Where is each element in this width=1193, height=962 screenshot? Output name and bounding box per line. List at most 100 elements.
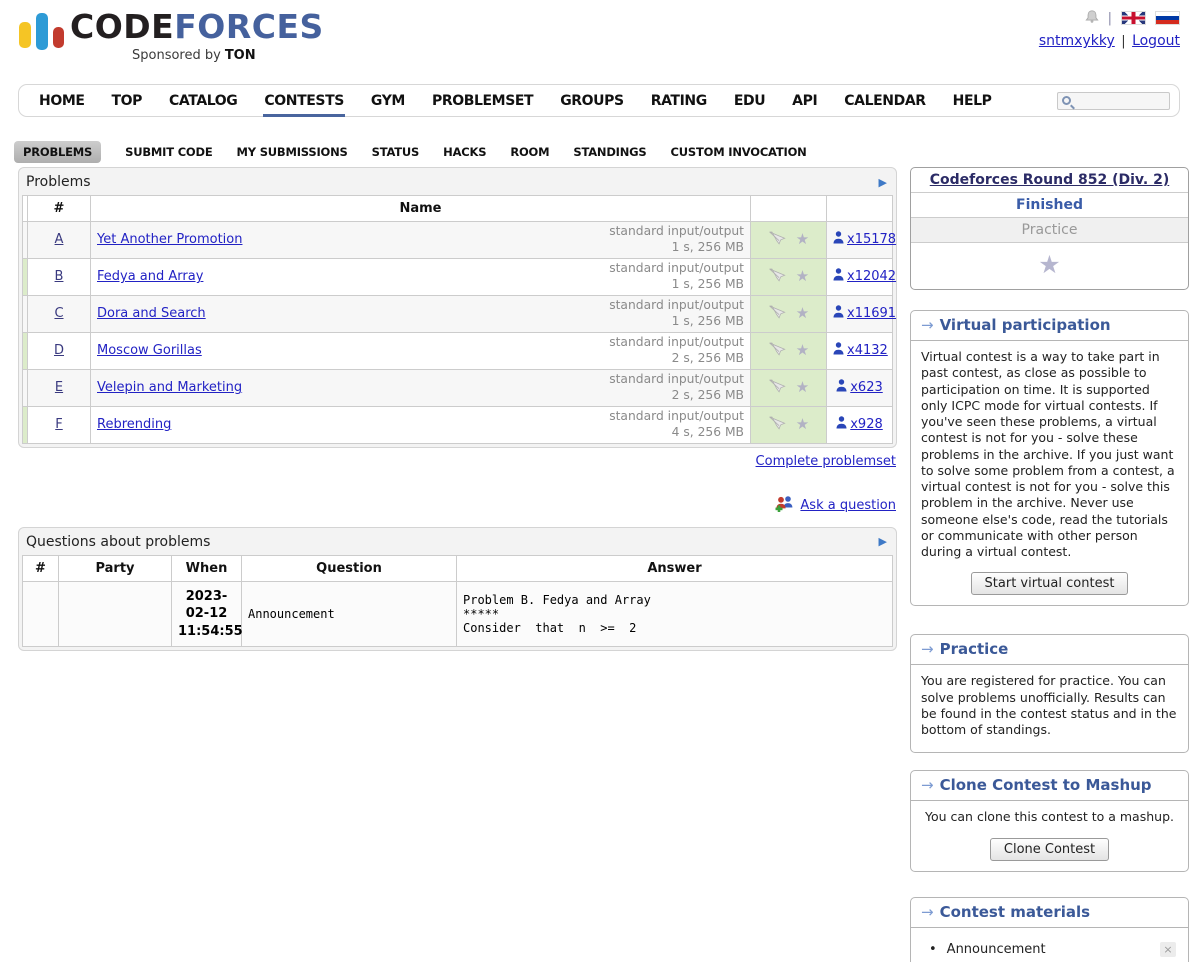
problem-constraints: standard input/output4 s, 256 MB xyxy=(609,409,744,441)
ru-flag-icon[interactable] xyxy=(1155,11,1180,25)
favorite-star-icon[interactable]: ★ xyxy=(796,417,809,432)
bell-icon[interactable] xyxy=(1085,9,1099,28)
solved-count-link[interactable]: x4132 xyxy=(847,343,888,358)
contest-mode: Practice xyxy=(911,218,1188,243)
problem-name-link[interactable]: Fedya and Array xyxy=(97,269,203,284)
q-col-index: # xyxy=(23,555,59,581)
nav-item-help[interactable]: HELP xyxy=(953,93,992,109)
problem-name-link[interactable]: Velepin and Marketing xyxy=(97,380,242,395)
contest-favorite-star-icon[interactable]: ★ xyxy=(1038,250,1060,279)
problem-name-link[interactable]: Moscow Gorillas xyxy=(97,343,202,358)
solved-count-link[interactable]: x623 xyxy=(850,380,883,395)
materials-list: • Announcement × • Tutorial × xyxy=(911,928,1188,962)
contest-materials-box: →Contest materials • Announcement × • Tu… xyxy=(910,897,1189,962)
submit-plane-icon[interactable] xyxy=(768,230,787,249)
solved-count-link[interactable]: x12042 xyxy=(847,269,896,284)
subnav-custom-invocation[interactable]: CUSTOM INVOCATION xyxy=(671,145,807,159)
solved-count-link[interactable]: x15178 xyxy=(847,232,896,247)
subnav-hacks[interactable]: HACKS xyxy=(443,145,486,159)
header-separator: | xyxy=(1108,11,1112,26)
solved-person-icon xyxy=(833,305,844,322)
nav-item-api[interactable]: API xyxy=(792,93,817,109)
nav-item-catalog[interactable]: CATALOG xyxy=(169,93,237,109)
subnav-status[interactable]: STATUS xyxy=(372,145,420,159)
problem-row-f: F Rebrending standard input/output4 s, 2… xyxy=(23,406,893,443)
search-input[interactable] xyxy=(1074,94,1162,108)
logo-bar-blue-icon xyxy=(36,13,48,50)
subnav-standings[interactable]: STANDINGS xyxy=(573,145,646,159)
problem-row-d: D Moscow Gorillas standard input/output2… xyxy=(23,332,893,369)
complete-problemset-link[interactable]: Complete problemset xyxy=(18,454,896,469)
problem-letter-link[interactable]: C xyxy=(54,306,63,321)
nav-item-groups[interactable]: GROUPS xyxy=(560,93,624,109)
materials-title: Contest materials xyxy=(940,903,1090,921)
nav-item-contests[interactable]: CONTESTS xyxy=(264,93,344,109)
problem-name-link[interactable]: Dora and Search xyxy=(97,306,206,321)
problem-row-c: C Dora and Search standard input/output1… xyxy=(23,295,893,332)
solved-count-link[interactable]: x928 xyxy=(850,417,883,432)
submit-plane-icon[interactable] xyxy=(768,304,787,323)
submit-plane-icon[interactable] xyxy=(768,341,787,360)
material-item-announcement[interactable]: • Announcement × xyxy=(921,938,1178,961)
q-col-when: When xyxy=(172,555,242,581)
practice-title: Practice xyxy=(940,640,1009,658)
favorite-star-icon[interactable]: ★ xyxy=(796,269,809,284)
section-arrow-icon: → xyxy=(921,640,934,658)
subnav-submit-code[interactable]: SUBMIT CODE xyxy=(125,145,212,159)
problem-letter-link[interactable]: B xyxy=(55,269,64,284)
submit-plane-icon[interactable] xyxy=(768,415,787,434)
favorite-star-icon[interactable]: ★ xyxy=(796,232,809,247)
problem-letter-link[interactable]: F xyxy=(55,417,62,432)
ask-question-link[interactable]: Ask a question xyxy=(800,498,896,513)
start-virtual-contest-button[interactable]: Start virtual contest xyxy=(971,572,1129,595)
problem-constraints: standard input/output1 s, 256 MB xyxy=(609,261,744,293)
bullet-icon: • xyxy=(929,942,937,957)
favorite-star-icon[interactable]: ★ xyxy=(796,380,809,395)
submit-plane-icon[interactable] xyxy=(768,267,787,286)
problem-name-link[interactable]: Rebrending xyxy=(97,417,171,432)
problem-constraints: standard input/output2 s, 256 MB xyxy=(609,335,744,367)
nav-item-top[interactable]: TOP xyxy=(112,93,143,109)
subnav-problems[interactable]: PROBLEMS xyxy=(14,141,101,163)
subnav-room[interactable]: ROOM xyxy=(510,145,549,159)
nav-item-rating[interactable]: RATING xyxy=(651,93,707,109)
uk-flag-icon[interactable] xyxy=(1121,11,1146,25)
codeforces-logo[interactable]: CODEFORCES Sponsored byTON xyxy=(18,6,318,72)
expand-arrow-icon[interactable]: ▶ xyxy=(879,177,887,188)
nav-item-edu[interactable]: EDU xyxy=(734,93,765,109)
problem-constraints: standard input/output2 s, 256 MB xyxy=(609,372,744,404)
contest-info-box: Codeforces Round 852 (Div. 2) Finished P… xyxy=(910,167,1189,290)
favorite-star-icon[interactable]: ★ xyxy=(796,306,809,321)
clone-title: Clone Contest to Mashup xyxy=(940,776,1152,794)
nav-item-calendar[interactable]: CALENDAR xyxy=(844,93,925,109)
nav-item-gym[interactable]: GYM xyxy=(371,93,405,109)
username-link[interactable]: sntmxykky xyxy=(1039,33,1115,49)
questions-table-container: Questions about problems ▶ # Party When … xyxy=(18,527,897,652)
contest-title-link[interactable]: Codeforces Round 852 (Div. 2) xyxy=(930,172,1169,188)
favorite-star-icon[interactable]: ★ xyxy=(796,343,809,358)
q-when-cell: 2023-02-12 11:54:55 xyxy=(172,581,242,647)
expand-arrow-icon[interactable]: ▶ xyxy=(879,536,887,547)
logo-code-text: CODE xyxy=(70,7,174,46)
problem-row-b: B Fedya and Array standard input/output1… xyxy=(23,258,893,295)
material-label[interactable]: Announcement xyxy=(947,942,1046,957)
problem-letter-link[interactable]: A xyxy=(55,232,64,247)
subnav-my-submissions[interactable]: MY SUBMISSIONS xyxy=(237,145,348,159)
logout-link[interactable]: Logout xyxy=(1132,33,1180,49)
q-col-question: Question xyxy=(242,555,457,581)
practice-box: → Practice You are registered for practic… xyxy=(910,634,1189,753)
nav-item-home[interactable]: HOME xyxy=(39,93,85,109)
sponsored-prefix: Sponsored by xyxy=(132,48,221,63)
problem-name-link[interactable]: Yet Another Promotion xyxy=(97,232,242,247)
practice-text: You are registered for practice. You can… xyxy=(911,665,1188,752)
submit-plane-icon[interactable] xyxy=(768,378,787,397)
nav-item-problemset[interactable]: PROBLEMSET xyxy=(432,93,533,109)
problem-letter-link[interactable]: D xyxy=(54,343,64,358)
solved-count-link[interactable]: x11691 xyxy=(847,306,896,321)
problem-letter-link[interactable]: E xyxy=(55,380,63,395)
solved-person-icon xyxy=(833,231,844,248)
search-box[interactable] xyxy=(1057,92,1170,110)
close-icon[interactable]: × xyxy=(1160,942,1176,957)
contest-status: Finished xyxy=(911,193,1188,218)
clone-contest-button[interactable]: Clone Contest xyxy=(990,838,1109,861)
